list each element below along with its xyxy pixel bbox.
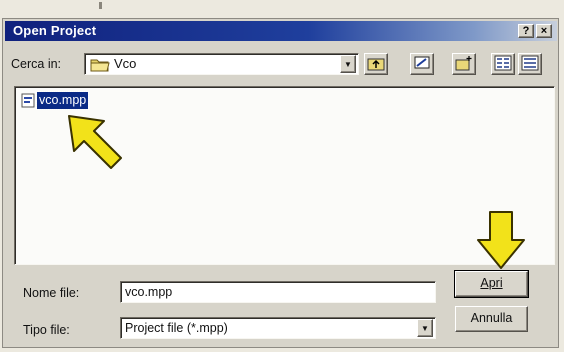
annotation-arrow-open [477,211,525,269]
filetype-dropdown-button[interactable]: ▼ [417,319,433,337]
new-folder-icon [455,55,473,74]
cancel-button[interactable]: Annulla [455,306,528,332]
look-in-value: Vco [114,56,137,71]
chevron-down-icon: ▼ [421,323,429,333]
file-icon [21,93,36,111]
look-in-dropdown[interactable]: Vco ▼ [84,53,359,75]
filename-label: Nome file: [23,286,80,300]
look-in-label: Cerca in: [11,57,62,71]
new-folder-button[interactable] [452,53,476,75]
list-item[interactable]: vco.mpp [20,91,104,111]
details-view-button[interactable] [518,53,542,75]
file-name: vco.mpp [35,91,90,110]
cancel-button-label: Annulla [470,311,513,325]
up-folder-icon [367,55,385,74]
title-bar: Open Project ? × [5,21,557,41]
filetype-dropdown[interactable]: Project file (*.mpp) ▼ [120,317,436,339]
desktop-icon [413,55,431,74]
close-button[interactable]: × [536,24,552,38]
filename-value: vco.mpp [125,285,173,299]
open-button[interactable]: Apri [454,270,529,298]
filename-input[interactable]: vco.mpp [120,281,436,303]
folder-icon [90,57,110,75]
desktop-button[interactable] [410,53,434,75]
list-view-icon [494,55,512,74]
annotation-arrow-file [68,115,122,169]
list-view-button[interactable] [491,53,515,75]
look-in-dropdown-button[interactable]: ▼ [340,55,356,73]
close-icon: × [540,25,548,37]
help-icon: ? [522,25,530,37]
details-view-icon [521,55,539,74]
up-folder-button[interactable] [364,53,388,75]
help-button[interactable]: ? [518,24,534,38]
chevron-down-icon: ▼ [344,59,352,69]
dialog-title: Open Project [13,23,97,38]
stray-mark [99,2,102,9]
filetype-label: Tipo file: [23,323,70,337]
filetype-value: Project file (*.mpp) [125,321,228,335]
open-button-label: Apri [480,276,503,290]
